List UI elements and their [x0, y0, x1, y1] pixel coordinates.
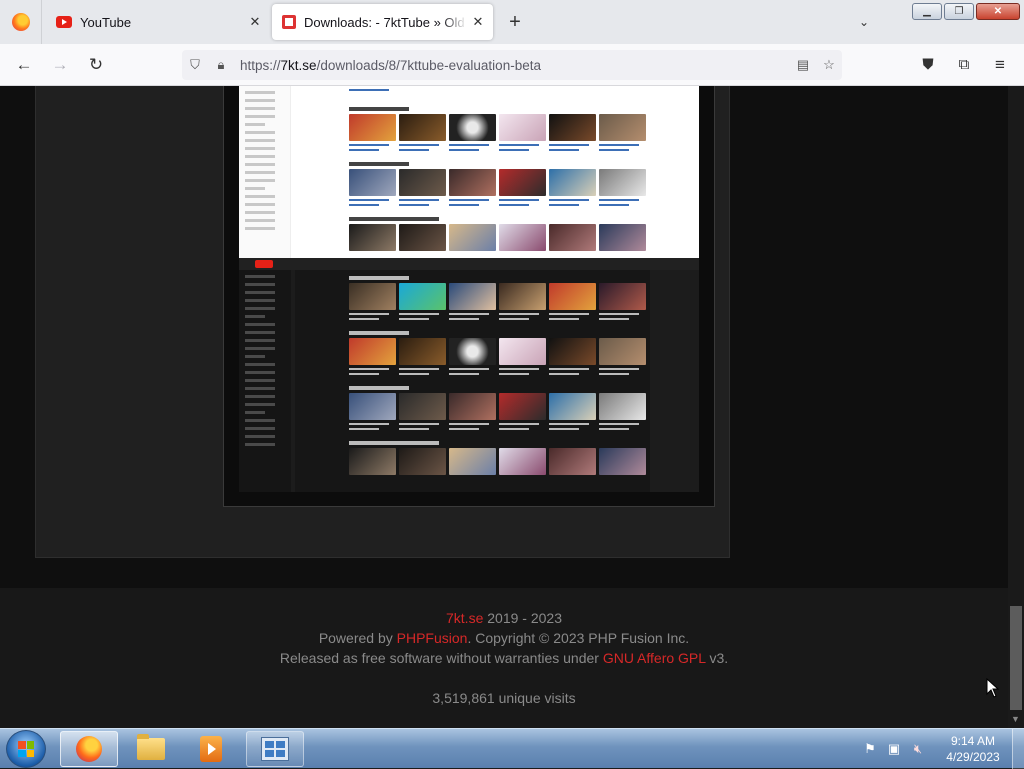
footer-copyright-text: . Copyright © 2023 PHP Fusion Inc. — [467, 630, 690, 646]
mouse-cursor-icon — [986, 678, 1000, 698]
footer-phpfusion-link[interactable]: PHPFusion — [397, 630, 468, 646]
site-footer: 7kt.se 2019 - 2023 Powered by PHPFusion.… — [0, 588, 1008, 728]
preview-topbar — [239, 258, 699, 270]
reader-view-icon[interactable]: ▤ — [790, 57, 816, 73]
network-icon[interactable]: ▣ — [886, 741, 902, 757]
system-tray: ⚑ ▣ 🔇︎ — [862, 729, 926, 769]
tab-youtube[interactable]: YouTube ✕ — [44, 0, 270, 44]
firefox-view-button[interactable] — [0, 0, 42, 44]
taskbar-firefox[interactable] — [60, 731, 118, 767]
page-content: 7kt.se 2019 - 2023 Powered by PHPFusion.… — [0, 86, 1008, 728]
url-path: /downloads/8/7kttube-evaluation-beta — [316, 57, 541, 73]
tab-close-icon[interactable]: ✕ — [244, 14, 266, 30]
windows-taskbar: ⚑ ▣ 🔇︎ 9:14 AM 4/29/2023 — [0, 728, 1024, 769]
url-scheme: https:// — [240, 57, 281, 73]
tab-title: YouTube — [80, 14, 132, 30]
hamburger-menu-icon[interactable]: ≡ — [987, 53, 1013, 77]
control-panel-icon — [261, 737, 289, 761]
tab-close-icon[interactable]: ✕ — [467, 14, 489, 30]
footer-copyright-line: 7kt.se 2019 - 2023 — [0, 610, 1008, 626]
browser-tab-bar: YouTube ✕ Downloads: - 7ktTube » Old You… — [0, 0, 1024, 44]
tab-title: Downloads: - 7ktTube » Old You — [304, 14, 467, 30]
tab-downloads-7kttube[interactable]: Downloads: - 7ktTube » Old You ✕ — [272, 4, 493, 40]
footer-license-link[interactable]: GNU Affero GPL — [603, 650, 706, 666]
new-tab-button[interactable]: + — [504, 10, 526, 34]
taskbar-windows-explorer[interactable] — [122, 731, 180, 767]
back-arrow-icon[interactable]: ← — [11, 53, 37, 77]
url-text[interactable]: https://7kt.se/downloads/8/7kttube-evalu… — [240, 58, 790, 73]
preview-image-dark-theme[interactable] — [239, 258, 699, 492]
tracking-shield-icon[interactable]: ⛉ — [182, 57, 208, 73]
footer-visit-counter: 3,519,861 unique visits — [432, 690, 576, 706]
preview-feed — [349, 86, 649, 251]
page-scrollbar[interactable]: ▼ — [1008, 86, 1024, 728]
action-center-flag-icon[interactable]: ⚑ — [862, 741, 878, 757]
footer-site-link[interactable]: 7kt.se — [446, 610, 483, 626]
preview-sidebar — [239, 270, 291, 492]
folder-icon — [137, 734, 165, 760]
preview-feed — [295, 270, 650, 492]
list-all-tabs-chevron-down-icon[interactable]: ⌄ — [854, 12, 874, 32]
lock-icon[interactable]: 🔒︎ — [208, 57, 234, 73]
start-button[interactable] — [6, 730, 46, 768]
footer-license-text: Released as free software without warran… — [279, 650, 599, 666]
windows-logo-icon — [18, 741, 34, 757]
restore-button[interactable]: ❐ — [944, 3, 974, 20]
scrollbar-thumb[interactable] — [1010, 606, 1022, 710]
volume-muted-icon[interactable]: 🔇︎ — [910, 741, 926, 757]
show-desktop-button[interactable] — [1012, 729, 1024, 769]
bookmark-star-icon[interactable]: ☆ — [816, 57, 842, 73]
firefox-icon — [76, 736, 102, 762]
forward-arrow-icon[interactable]: → — [47, 53, 73, 77]
taskbar-control-panel[interactable] — [246, 731, 304, 767]
media-player-icon — [200, 736, 222, 762]
footer-powered-by-line: Powered by PHPFusion. Copyright © 2023 P… — [0, 630, 1008, 646]
url-bar[interactable]: ⛉ 🔒︎ https://7kt.se/downloads/8/7kttube-… — [182, 50, 842, 80]
browser-nav-bar: ← → ↻ ⛉ 🔒︎ https://7kt.se/downloads/8/7k… — [0, 44, 1024, 86]
footer-years: 2019 - 2023 — [487, 610, 562, 626]
youtube-icon — [56, 16, 72, 28]
extensions-puzzle-icon[interactable]: ⧉ — [951, 53, 977, 77]
clock-date: 4/29/2023 — [946, 750, 1000, 764]
close-window-button[interactable]: ✕ — [976, 3, 1020, 20]
url-host: 7kt.se — [280, 57, 317, 73]
firefox-icon — [11, 13, 30, 31]
preview-sidebar — [239, 86, 291, 258]
clock-time: 9:14 AM — [950, 734, 996, 748]
scroll-down-arrow-icon[interactable]: ▼ — [1011, 714, 1020, 724]
pocket-icon[interactable]: ⛊ — [915, 53, 941, 77]
preview-image-light-theme[interactable] — [239, 86, 699, 258]
footer-license-suffix: v3. — [709, 650, 729, 666]
window-controls: ▁ ❐ ✕ — [912, 3, 1020, 20]
taskbar-clock[interactable]: 9:14 AM 4/29/2023 — [936, 733, 1010, 765]
reload-icon[interactable]: ↻ — [83, 53, 109, 77]
minimize-button[interactable]: ▁ — [912, 3, 942, 20]
taskbar-media-player[interactable] — [182, 731, 240, 767]
footer-license-line: Released as free software without warran… — [0, 650, 1008, 666]
footer-powered-by-text: Powered by — [318, 630, 393, 646]
site-favicon-icon — [282, 15, 296, 29]
